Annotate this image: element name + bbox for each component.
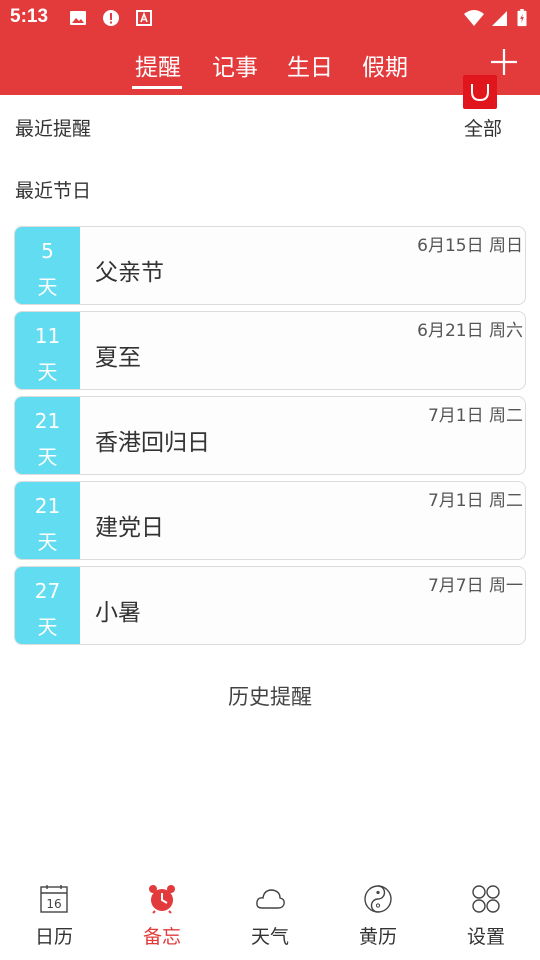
- top-tab-bar: 提醒 记事 生日 假期: [0, 36, 540, 95]
- holiday-date: 6月21日 周六: [417, 321, 523, 341]
- nav-weather[interactable]: 天气: [216, 872, 324, 960]
- signal-icon: [492, 11, 507, 26]
- bottom-nav: 16 日历 备忘 天气 黄历 设置: [0, 872, 540, 960]
- alert-icon: [103, 10, 119, 26]
- calendar-day-number: 16: [46, 897, 61, 911]
- days-unit: 天: [37, 530, 58, 554]
- days-remaining-badge: 5 天: [15, 227, 80, 304]
- status-bar: 5:13: [0, 0, 540, 36]
- days-unit: 天: [37, 445, 58, 469]
- days-count: 5: [41, 239, 54, 263]
- days-unit: 天: [37, 615, 58, 639]
- holiday-name: 夏至: [95, 345, 141, 371]
- tab-birthdays[interactable]: 生日: [287, 48, 333, 82]
- holiday-date: 7月1日 周二: [427, 491, 523, 511]
- nav-memo[interactable]: 备忘: [108, 872, 216, 960]
- holiday-card[interactable]: 27 天 小暑 7月7日 周一: [14, 566, 526, 645]
- days-count: 21: [34, 494, 61, 518]
- holiday-name: 小暑: [95, 600, 141, 626]
- holiday-name: 建党日: [95, 515, 164, 541]
- nav-label: 备忘: [142, 926, 181, 948]
- holiday-date: 7月7日 周一: [427, 576, 523, 596]
- days-count: 11: [34, 324, 61, 348]
- nav-label: 黄历: [358, 926, 397, 948]
- image-icon: [70, 11, 86, 25]
- nav-almanac[interactable]: 黄历: [324, 872, 432, 960]
- recent-reminders-row: 最近提醒 全部: [0, 95, 540, 157]
- days-unit: 天: [37, 360, 58, 384]
- active-tab-indicator: [132, 86, 182, 89]
- recent-holidays-title: 最近节日: [15, 180, 92, 202]
- days-remaining-badge: 11 天: [15, 312, 80, 389]
- nav-label: 天气: [250, 926, 289, 948]
- holiday-card[interactable]: 11 天 夏至 6月21日 周六: [14, 311, 526, 390]
- days-remaining-badge: 27 天: [15, 567, 80, 644]
- holiday-name: 父亲节: [95, 260, 164, 286]
- days-count: 27: [34, 579, 61, 603]
- battery-icon: [517, 9, 527, 27]
- cloud-icon: [256, 889, 285, 909]
- wifi-icon: [464, 10, 484, 26]
- collapse-toggle-button[interactable]: [463, 75, 497, 109]
- recent-holidays-row: 最近节日: [0, 157, 540, 219]
- history-reminders-link[interactable]: 历史提醒: [0, 681, 540, 711]
- holiday-name: 香港回归日: [95, 430, 210, 456]
- nav-settings[interactable]: 设置: [432, 872, 540, 960]
- days-unit: 天: [37, 275, 58, 299]
- settings-grid-icon: [472, 885, 500, 913]
- filter-all-button[interactable]: 全部: [464, 114, 502, 141]
- days-remaining-badge: 21 天: [15, 482, 80, 559]
- nav-label: 设置: [466, 926, 505, 948]
- add-icon[interactable]: [488, 46, 520, 78]
- tab-holidays[interactable]: 假期: [362, 48, 408, 82]
- holiday-card[interactable]: 5 天 父亲节 6月15日 周日: [14, 226, 526, 305]
- days-remaining-badge: 21 天: [15, 397, 80, 474]
- holiday-card[interactable]: 21 天 建党日 7月1日 周二: [14, 481, 526, 560]
- alarm-clock-icon: [149, 885, 175, 914]
- calendar-icon: 16: [40, 885, 68, 913]
- chevron-collapse-icon: [471, 84, 489, 102]
- tab-reminders[interactable]: 提醒: [135, 48, 181, 82]
- holiday-date: 6月15日 周日: [417, 236, 523, 256]
- nav-calendar[interactable]: 16 日历: [0, 872, 108, 960]
- nav-label: 日历: [34, 926, 73, 948]
- holiday-card[interactable]: 21 天 香港回归日 7月1日 周二: [14, 396, 526, 475]
- tab-notes[interactable]: 记事: [212, 48, 258, 82]
- days-count: 21: [34, 409, 61, 433]
- recent-reminders-title: 最近提醒: [15, 118, 92, 140]
- status-time: 5:13: [10, 6, 49, 27]
- holiday-date: 7月1日 周二: [427, 406, 523, 426]
- yin-yang-icon: [364, 885, 392, 913]
- font-notification-icon: [136, 10, 152, 26]
